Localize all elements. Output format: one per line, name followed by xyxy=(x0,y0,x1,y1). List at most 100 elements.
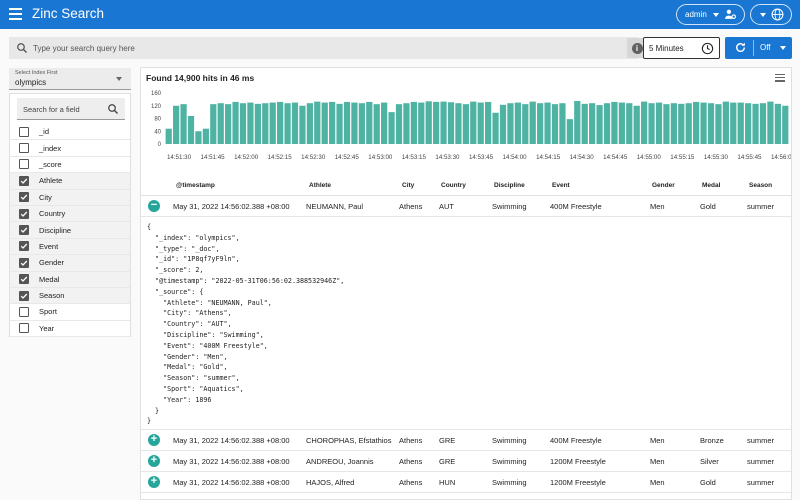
checkbox-checked-icon[interactable] xyxy=(19,225,29,236)
field-item[interactable]: Gender xyxy=(10,255,130,272)
checkbox-empty-icon[interactable] xyxy=(19,323,29,334)
histogram-bar xyxy=(752,103,759,144)
auto-refresh-value[interactable]: Off xyxy=(760,43,771,52)
cell-gender: Men xyxy=(650,457,665,466)
cell-country: GRE xyxy=(439,436,456,445)
cell-timestamp: May 31, 2022 14:56:02.388 +08:00 xyxy=(173,202,290,211)
checkbox-empty-icon[interactable] xyxy=(19,306,29,317)
checkbox-empty-icon[interactable] xyxy=(19,126,29,137)
field-name: Sport xyxy=(39,307,57,317)
field-item[interactable]: Season xyxy=(10,287,130,305)
field-item[interactable]: Discipline xyxy=(10,222,130,239)
expand-row-button[interactable]: + xyxy=(148,476,160,488)
field-item[interactable]: Country xyxy=(10,205,130,223)
field-item[interactable]: City xyxy=(10,189,130,206)
field-item[interactable]: Year xyxy=(10,321,130,338)
field-name: Medal xyxy=(39,274,60,284)
language-menu-button[interactable] xyxy=(750,4,792,25)
time-range-picker[interactable]: 5 Minutes xyxy=(643,37,720,59)
field-item[interactable]: Event xyxy=(10,238,130,256)
histogram-bar xyxy=(529,101,536,144)
histogram-bar xyxy=(492,112,499,144)
refresh-control: Off xyxy=(725,37,792,59)
histogram-bar xyxy=(655,102,663,144)
histogram-bar xyxy=(217,103,224,144)
field-item[interactable]: Sport xyxy=(10,304,130,321)
x-tick-label: 14:54:15 xyxy=(536,154,561,161)
refresh-icon[interactable] xyxy=(734,41,747,54)
histogram-bar xyxy=(329,101,336,144)
cell-city: Athens xyxy=(399,202,423,211)
field-name: Season xyxy=(39,291,65,301)
cell-event: 1200M Freestyle xyxy=(550,478,606,487)
column-header-season[interactable]: Season xyxy=(749,182,772,189)
field-search[interactable] xyxy=(17,98,125,120)
histogram-bar xyxy=(618,102,625,144)
field-name: Discipline xyxy=(39,225,72,235)
checkbox-checked-icon[interactable] xyxy=(19,192,29,203)
field-name: Athlete xyxy=(39,176,63,186)
histogram-bar xyxy=(284,103,291,144)
expand-row-button[interactable]: + xyxy=(148,455,160,467)
table-row[interactable]: + May 31, 2022 14:56:02.388 +08:00 CHORO… xyxy=(141,430,791,451)
histogram-bar xyxy=(455,103,462,144)
user-menu-button[interactable]: admin xyxy=(676,4,745,25)
y-tick-label: 0 xyxy=(158,142,162,148)
column-header-discipline[interactable]: Discipline xyxy=(494,182,525,189)
field-item[interactable]: _score xyxy=(10,157,130,174)
collapse-row-button[interactable]: − xyxy=(148,200,160,212)
cell-country: AUT xyxy=(439,202,454,211)
column-header-gender[interactable]: Gender xyxy=(652,182,675,189)
search-input[interactable] xyxy=(33,41,618,55)
y-tick-label: 120 xyxy=(151,104,162,110)
column-header-timestamp[interactable]: @timestamp xyxy=(176,182,215,189)
cell-city: Athens xyxy=(399,436,423,445)
index-select[interactable]: Select Index First olympics xyxy=(9,68,131,90)
checkbox-checked-icon[interactable] xyxy=(19,257,29,268)
field-item[interactable]: _index xyxy=(10,140,130,157)
checkbox-empty-icon[interactable] xyxy=(19,159,29,170)
field-item[interactable]: Medal xyxy=(10,271,130,288)
chart-menu-icon[interactable] xyxy=(775,74,785,82)
checkbox-checked-icon[interactable] xyxy=(19,274,29,285)
search-bar[interactable]: i xyxy=(9,37,647,59)
column-header-medal[interactable]: Medal xyxy=(702,182,720,189)
checkbox-checked-icon[interactable] xyxy=(19,241,29,252)
histogram-bar xyxy=(358,103,365,144)
cell-country: GRE xyxy=(439,457,456,466)
checkbox-checked-icon[interactable] xyxy=(19,208,29,219)
table-row[interactable]: + May 31, 2022 14:56:02.388 +08:00 ANDRE… xyxy=(141,451,791,472)
table-row[interactable]: + May 31, 2022 14:56:02.388 +08:00 HAJOS… xyxy=(141,472,791,493)
column-header-event[interactable]: Event xyxy=(552,182,570,189)
histogram-bar xyxy=(574,100,581,144)
checkbox-empty-icon[interactable] xyxy=(19,143,29,154)
histogram-bar xyxy=(499,104,507,144)
cell-gender: Men xyxy=(650,478,665,487)
field-name: Year xyxy=(39,323,55,333)
histogram-bar xyxy=(254,103,261,144)
histogram-bar xyxy=(403,103,410,144)
column-header-athlete[interactable]: Athlete xyxy=(309,182,331,189)
histogram-bar xyxy=(559,103,566,144)
column-header-city[interactable]: City xyxy=(402,182,414,189)
histogram-bar xyxy=(388,112,395,145)
column-header-country[interactable]: Country xyxy=(441,182,466,189)
checkbox-checked-icon[interactable] xyxy=(19,290,29,301)
checkbox-checked-icon[interactable] xyxy=(19,175,29,186)
field-item[interactable]: Athlete xyxy=(10,173,130,190)
cell-timestamp: May 31, 2022 14:56:02.388 +08:00 xyxy=(173,457,290,466)
y-tick-label: 80 xyxy=(154,117,161,123)
table-row[interactable]: − May 31, 2022 14:56:02.388 +08:00 NEUMA… xyxy=(141,196,791,217)
histogram-bar xyxy=(722,101,729,144)
histogram-bar xyxy=(225,104,232,144)
menu-icon[interactable] xyxy=(9,8,22,20)
histogram-bar xyxy=(685,103,692,144)
histogram-bar xyxy=(195,131,202,144)
chevron-down-icon[interactable] xyxy=(780,46,786,50)
app-header: Zinc Search admin xyxy=(0,0,800,29)
search-icon xyxy=(108,104,118,114)
expand-row-button[interactable]: + xyxy=(148,434,160,446)
x-tick-label: 14:52:15 xyxy=(268,154,293,161)
field-search-input[interactable] xyxy=(23,103,101,115)
field-item[interactable]: _id xyxy=(10,124,130,141)
